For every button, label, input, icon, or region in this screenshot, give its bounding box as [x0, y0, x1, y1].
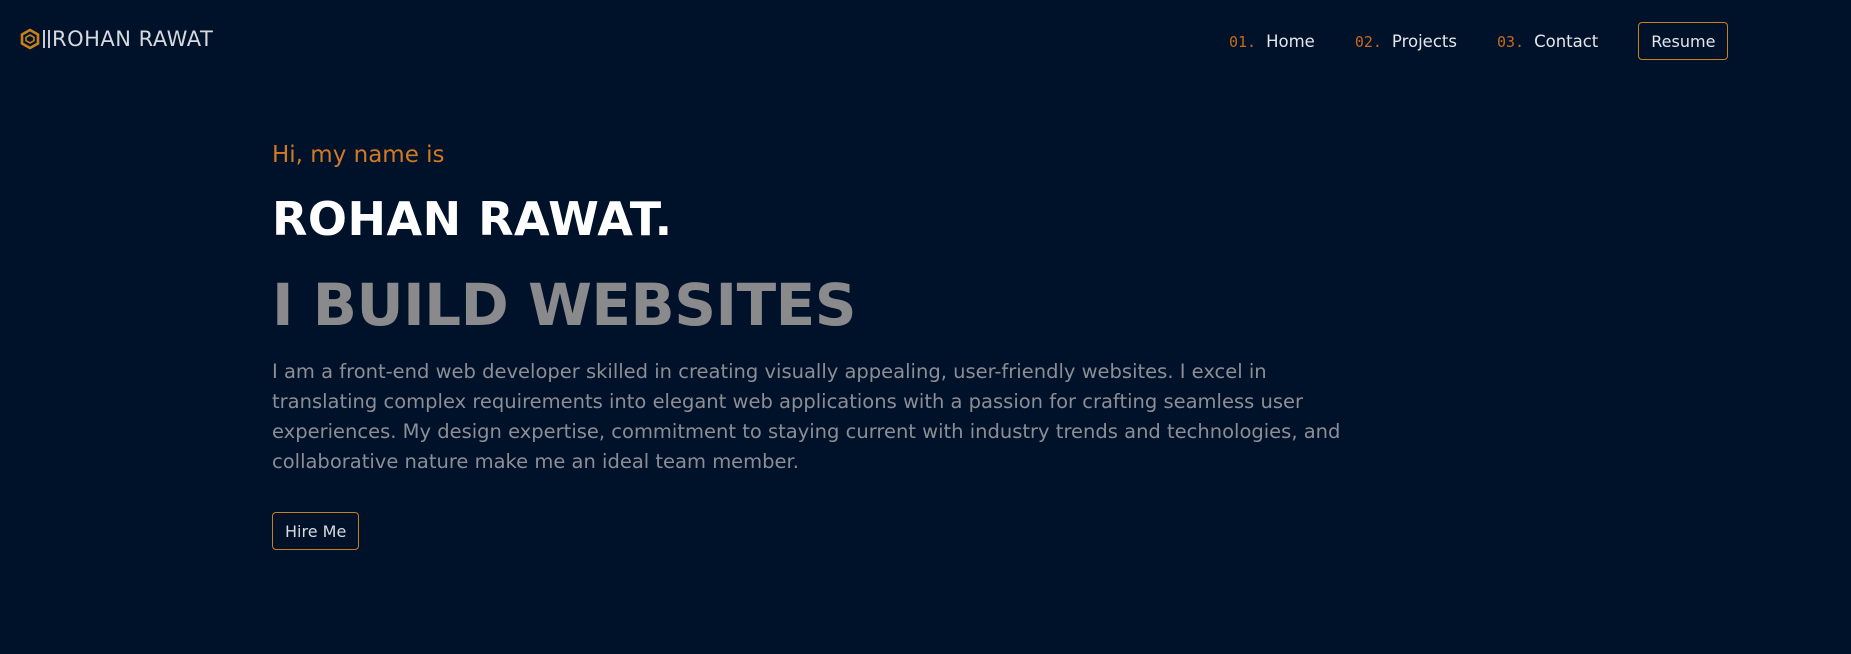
nav-item-label: Contact — [1534, 31, 1599, 51]
hexagon-logo-icon — [20, 28, 40, 50]
nav-item-number: 02. — [1354, 32, 1382, 51]
resume-button[interactable]: Resume — [1638, 22, 1729, 60]
nav-item-contact[interactable]: 03. Contact — [1497, 32, 1598, 51]
nav-item-label: Home — [1266, 31, 1315, 51]
hero-bio: I am a front-end web developer skilled i… — [272, 360, 1341, 473]
main-nav: 01. Home 02. Projects 03. Contact Resume — [1229, 22, 1729, 60]
nav-item-number: 01. — [1229, 32, 1257, 51]
logo-bars-icon — [43, 30, 50, 48]
nav-item-label: Projects — [1391, 31, 1457, 51]
brand-name: ROHAN RAWAT — [52, 27, 214, 51]
nav-item-home[interactable]: 01. Home — [1229, 32, 1315, 51]
brand-logo-link[interactable]: ROHAN RAWAT — [19, 24, 213, 54]
nav-item-projects[interactable]: 02. Projects — [1355, 32, 1457, 51]
page: ROHAN RAWAT 01. Home 02. Projects 03. Co… — [0, 0, 1851, 654]
hero-greeting: Hi, my name is — [272, 142, 445, 168]
hero-tagline: I BUILD WEBSITES — [272, 271, 857, 339]
hire-me-button[interactable]: Hire Me — [272, 512, 360, 550]
hero-section: Hi, my name is ROHAN RAWAT. I BUILD WEBS… — [272, 140, 1372, 550]
hero-name: ROHAN RAWAT. — [272, 192, 673, 246]
nav-item-number: 03. — [1496, 32, 1525, 51]
